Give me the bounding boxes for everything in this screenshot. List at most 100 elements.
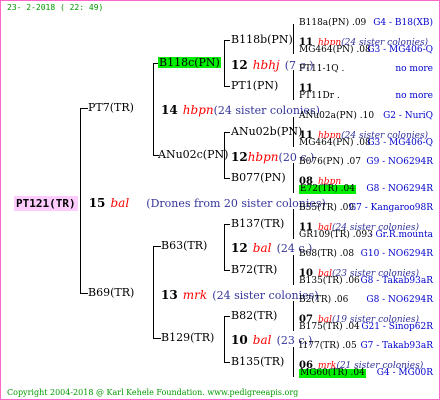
gen4-block-1: B118a(PN) .09 G4 - B18(XB) 11 hbpn(24 si… bbox=[299, 19, 437, 59]
link-b077 bbox=[224, 178, 230, 179]
gen4-8-top-code: G7 - Takab93aR bbox=[360, 341, 433, 351]
gen4-2-top[interactable]: PT11-1Q . bbox=[299, 65, 344, 74]
b63-breeder: bal bbox=[252, 241, 272, 255]
link-b135 bbox=[224, 362, 230, 363]
gen4-block-8: I177(TR) .05 G7 - Takab93aR 06 mrk(21 si… bbox=[299, 342, 437, 382]
b69-breeder: mrk bbox=[182, 288, 208, 302]
pt7-connector bbox=[153, 63, 154, 155]
gen4-6-top[interactable]: B68(TR) .08 bbox=[299, 250, 354, 259]
gen4-block-4: B076(PN) .07 G9 - NO6294R 08 hbpn E72(TR… bbox=[299, 158, 437, 198]
gen4-3-bottom[interactable]: MG464(PN) .08 bbox=[299, 139, 371, 148]
gen4-connector-4 bbox=[293, 163, 294, 193]
gen3-node-b135[interactable]: B135(TR) bbox=[231, 356, 284, 367]
link-b118b bbox=[224, 40, 230, 41]
link-b82 bbox=[224, 316, 230, 317]
gen3-node-pt1[interactable]: PT1(PN) bbox=[231, 80, 278, 91]
gen1-b69-info: 13 mrk (24 sister colonies) bbox=[161, 286, 319, 302]
gen4-3-top-code: G2 - NuriQ bbox=[383, 111, 433, 121]
gen3-node-b118b[interactable]: B118b(PN) bbox=[231, 34, 293, 45]
gen4-7-top[interactable]: B2(TR) .06 bbox=[299, 296, 348, 305]
gen4-8-bottom[interactable]: MG60(TR) .04 bbox=[299, 369, 366, 378]
b129-breeder: bal bbox=[252, 333, 272, 347]
gen4-5-top-code: G7 - Kangaroo98R bbox=[348, 203, 433, 213]
gen4-5-top[interactable]: B55(TR) .09 bbox=[299, 204, 354, 213]
gen4-5-bottom[interactable]: GR109(TR) .093 bbox=[299, 231, 373, 240]
gen4-block-6: B68(TR) .08 G10 - NO6294R 10 bal(23 sist… bbox=[299, 250, 437, 290]
b118c-count: 12 bbox=[231, 58, 248, 72]
gen4-6-top-code: G10 - NO6294R bbox=[360, 249, 433, 259]
gen4-connector-7 bbox=[293, 301, 294, 331]
b118c-breeder: hbhj bbox=[252, 58, 280, 72]
gen4-2-top-code: no more bbox=[395, 64, 433, 74]
root-id: PT121(TR) bbox=[14, 196, 78, 211]
link-pt1 bbox=[224, 86, 230, 87]
gen4-connector-8 bbox=[293, 347, 294, 377]
gen4-1-top[interactable]: B118a(PN) .09 bbox=[299, 19, 366, 28]
website-link[interactable]: www.pedigreeapis.org bbox=[207, 388, 298, 397]
root-node[interactable]: PT121(TR) 15 bal (Drones from 20 sister … bbox=[14, 194, 326, 211]
gen4-1-top-code: G4 - B18(XB) bbox=[373, 18, 433, 28]
gen4-2-bottom-code: no more bbox=[395, 91, 433, 101]
gen4-4-top[interactable]: B076(PN) .07 bbox=[299, 158, 361, 167]
b63-connector bbox=[224, 224, 225, 270]
link-pt7 bbox=[80, 108, 88, 109]
gen4-3-top[interactable]: ANu02a(PN) .10 bbox=[299, 112, 374, 121]
gen4-6-bottom[interactable]: B135(TR) .06 bbox=[299, 277, 360, 286]
link-b137 bbox=[224, 224, 230, 225]
b129-connector bbox=[224, 316, 225, 362]
gen2-node-anu02c[interactable]: ANu02c(PN) bbox=[158, 149, 228, 160]
pt7-count: 14 bbox=[161, 103, 178, 117]
gen4-connector-2 bbox=[293, 70, 294, 100]
gen3-node-anu02b[interactable]: ANu02b(PN) bbox=[231, 126, 302, 137]
gen4-4-bottom-code: G8 - NO6294R bbox=[366, 184, 433, 194]
gen4-7-bottom-code: G21 - Sinop62R bbox=[361, 322, 433, 332]
pedigree-frame: 23- 2-2018 ( 22: 49) Copyright 2004-2018… bbox=[0, 0, 440, 400]
gen4-7-top-code: G8 - NO6294R bbox=[366, 295, 433, 305]
link-b69 bbox=[80, 293, 88, 294]
gen4-connector-1 bbox=[293, 24, 294, 54]
gen4-4-bottom[interactable]: E72(TR) .04 bbox=[299, 185, 356, 194]
gen3-node-b077[interactable]: B077(PN) bbox=[231, 172, 286, 183]
gen2-node-b118c[interactable]: B118c(PN) bbox=[158, 57, 221, 68]
gen4-block-2: PT11-1Q . no more 11 PT11Dr . no more bbox=[299, 65, 437, 105]
gen4-block-5: B55(TR) .09 G7 - Kangaroo98R 11 bal(24 s… bbox=[299, 204, 437, 244]
gen4-connector-6 bbox=[293, 255, 294, 285]
gen4-connector-5 bbox=[293, 209, 294, 239]
gen4-8-bottom-code: G4 - MG00R bbox=[376, 368, 433, 378]
gen3-node-b137[interactable]: B137(TR) bbox=[231, 218, 284, 229]
b129-count: 10 bbox=[231, 333, 248, 347]
gen1-node-pt7[interactable]: PT7(TR) bbox=[88, 102, 134, 113]
anu02c-count: 12 bbox=[231, 150, 248, 164]
b118c-connector bbox=[224, 40, 225, 86]
gen4-2-bottom[interactable]: PT11Dr . bbox=[299, 92, 340, 101]
gen4-3-bottom-code: G3 - MG406-Q bbox=[367, 138, 433, 148]
root-breeder: bal bbox=[110, 196, 130, 210]
root-count: 15 bbox=[88, 196, 106, 210]
b69-connector bbox=[153, 246, 154, 338]
gen4-4-top-code: G9 - NO6294R bbox=[366, 157, 433, 167]
gen4-1-bottom-code: G3 - MG406-Q bbox=[367, 45, 433, 55]
gen4-block-7: B2(TR) .06 G8 - NO6294R 07 bal(19 sister… bbox=[299, 296, 437, 336]
link-b72 bbox=[224, 270, 230, 271]
gen4-5-bottom-code: - Gr.R.mounta bbox=[369, 230, 433, 240]
link-b63 bbox=[153, 246, 161, 247]
gen2-node-b63[interactable]: B63(TR) bbox=[161, 240, 207, 251]
b69-count: 13 bbox=[161, 288, 178, 302]
gen3-node-b72[interactable]: B72(TR) bbox=[231, 264, 277, 275]
gen4-1-bottom[interactable]: MG464(PN) .08 bbox=[299, 46, 371, 55]
link-b129 bbox=[153, 338, 161, 339]
gen4-7-bottom[interactable]: B175(TR) .04 bbox=[299, 323, 360, 332]
gen4-8-top[interactable]: I177(TR) .05 bbox=[299, 342, 357, 351]
anu02c-breeder: hbpn bbox=[247, 150, 279, 164]
copyright-text: Copyright 2004-2018 @ Karl Kehele Founda… bbox=[7, 389, 298, 397]
gen4-block-3: ANu02a(PN) .10 G2 - NuriQ 11 hbpn(24 sis… bbox=[299, 112, 437, 152]
gen1-pt7-info: 14 hbpn(24 sister colonies) bbox=[161, 101, 320, 117]
pt7-breeder: hbpn bbox=[182, 103, 214, 117]
b63-count: 12 bbox=[231, 241, 248, 255]
gen3-node-b82[interactable]: B82(TR) bbox=[231, 310, 277, 321]
link-anu02b bbox=[224, 132, 230, 133]
gen2-node-b129[interactable]: B129(TR) bbox=[161, 332, 214, 343]
copyright-owner: Copyright 2004-2018 @ Karl Kehele Founda… bbox=[7, 388, 205, 397]
gen4-6-bottom-code: G8 - Takab93aR bbox=[360, 276, 433, 286]
gen1-node-b69[interactable]: B69(TR) bbox=[88, 287, 134, 298]
